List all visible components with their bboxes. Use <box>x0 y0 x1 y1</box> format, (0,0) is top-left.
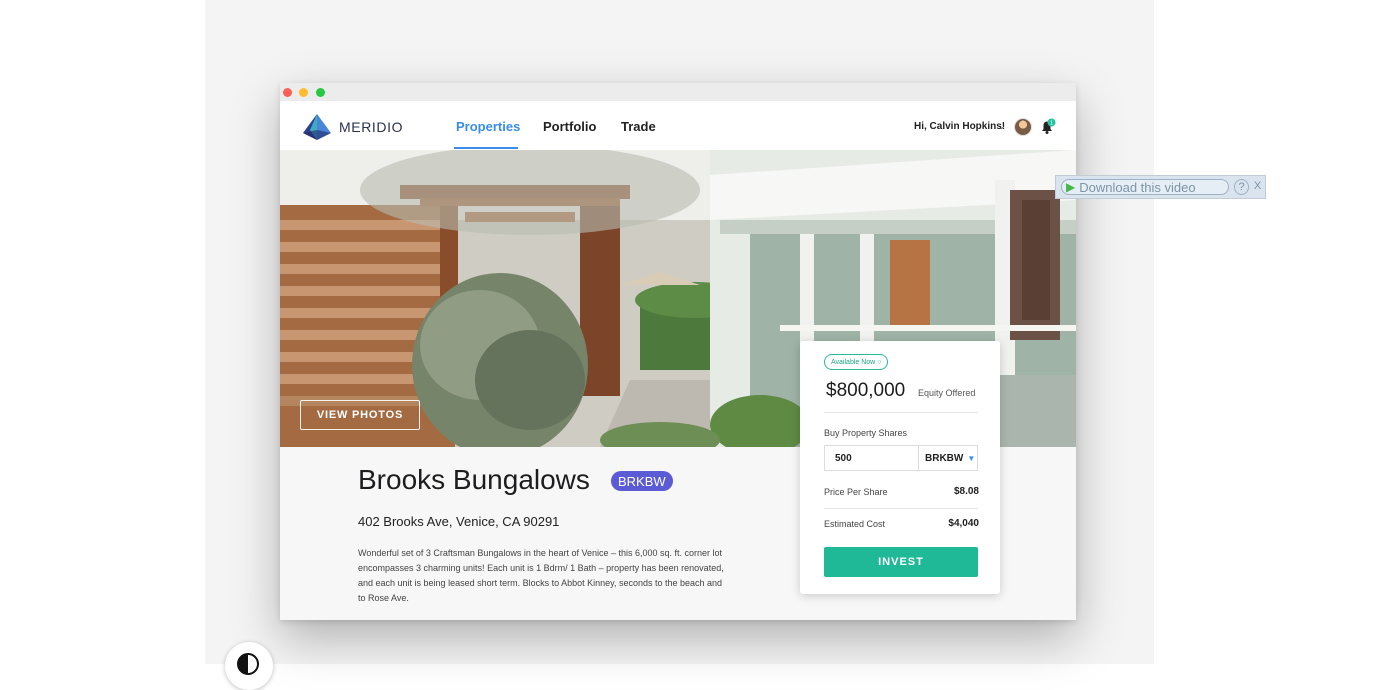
top-navbar: MERIDIO Properties Portfolio Trade Hi, C… <box>280 101 1076 151</box>
active-nav-underline <box>454 147 518 149</box>
price-per-share-label: Price Per Share <box>824 487 888 497</box>
shares-input[interactable] <box>824 445 918 471</box>
availability-text: Available Now <box>831 358 876 366</box>
availability-badge: Available Now ○ <box>824 354 889 370</box>
window-titlebar <box>280 83 1076 101</box>
ticker-select[interactable]: BRKBW ▼ <box>918 445 978 471</box>
divider <box>824 508 978 509</box>
status-dot-icon: ○ <box>877 358 882 366</box>
download-video-label: Download this video <box>1079 179 1196 195</box>
contrast-icon <box>237 653 259 675</box>
price-per-share-value: $8.08 <box>953 486 979 497</box>
equity-price: $800,000 <box>826 380 906 401</box>
property-title: Brooks Bungalows <box>358 464 590 495</box>
chevron-down-icon[interactable]: ⌵ <box>998 121 1005 132</box>
meridio-logo-icon[interactable] <box>302 113 332 141</box>
download-video-button[interactable]: ▶ Download this video <box>1061 179 1229 195</box>
ticker-select-value: BRKBW <box>925 452 964 464</box>
property-address: 402 Brooks Ave, Venice, CA 90291 <box>358 514 560 529</box>
download-video-bar: ▶ Download this video ? X <box>1055 175 1266 199</box>
nav-trade[interactable]: Trade <box>621 119 656 134</box>
close-window-button[interactable] <box>283 88 292 97</box>
nav-properties[interactable]: Properties <box>456 119 520 134</box>
buy-shares-label: Buy Property Shares <box>824 428 908 438</box>
user-greeting[interactable]: Hi, Calvin Hopkins! <box>914 121 1005 132</box>
play-icon: ▶ <box>1066 180 1076 194</box>
avatar[interactable] <box>1014 118 1032 136</box>
divider <box>824 412 978 413</box>
equity-label: Equity Offered <box>918 388 976 398</box>
ticker-badge: BRKBW <box>611 471 673 491</box>
view-photos-button[interactable]: VIEW PHOTOS <box>300 400 420 430</box>
caret-down-icon: ▼ <box>967 453 976 463</box>
property-description: Wonderful set of 3 Craftsman Bungalows i… <box>358 548 724 603</box>
nav-portfolio[interactable]: Portfolio <box>543 119 596 134</box>
maximize-window-button[interactable] <box>316 88 325 97</box>
close-icon[interactable]: X <box>1251 179 1264 193</box>
minimize-window-button[interactable] <box>299 88 308 97</box>
estimated-cost-label: Estimated Cost <box>824 519 886 529</box>
brand-name[interactable]: MERIDIO <box>339 119 403 135</box>
bell-icon[interactable]: 1 <box>1038 118 1056 136</box>
theme-toggle-button[interactable] <box>225 642 273 690</box>
invest-card: Available Now ○ $800,000 Equity Offered … <box>800 341 1000 594</box>
help-icon[interactable]: ? <box>1234 179 1249 195</box>
invest-button[interactable]: INVEST <box>824 547 978 577</box>
estimated-cost-value: $4,040 <box>948 518 979 529</box>
app-window: MERIDIO Properties Portfolio Trade Hi, C… <box>280 83 1076 620</box>
notification-count: 1 <box>1050 120 1053 126</box>
